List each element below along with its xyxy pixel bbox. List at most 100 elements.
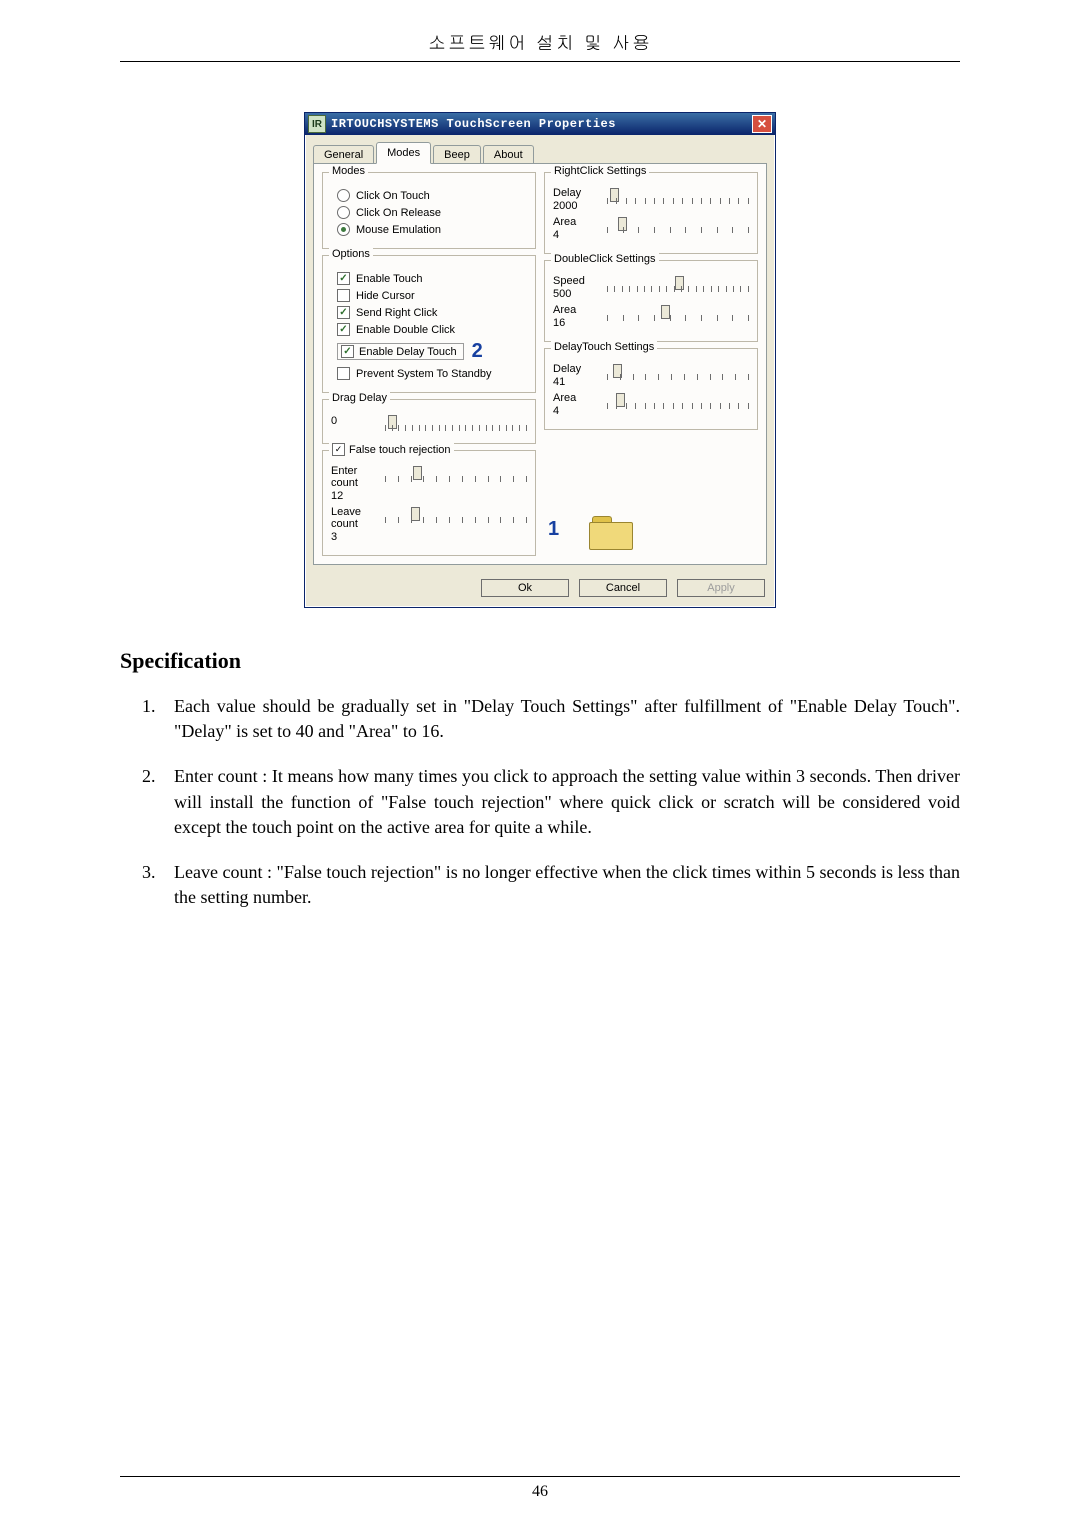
- option-label: Hide Cursor: [356, 290, 415, 302]
- delaytouch-delay-label: Delay: [553, 363, 599, 375]
- window-title: IRTOUCHSYSTEMS TouchScreen Properties: [331, 117, 752, 131]
- slider-track[interactable]: [607, 278, 749, 292]
- app-icon: IR: [308, 115, 326, 133]
- drag-delay-value: 0: [331, 415, 377, 427]
- doubleclick-speed-value: 500: [553, 288, 599, 300]
- option-label: Enable Delay Touch: [359, 346, 457, 358]
- dialog-button-row: Ok Cancel Apply: [305, 573, 775, 607]
- rightclick-delay-label: Delay: [553, 187, 599, 199]
- delaytouch-area-value: 4: [553, 405, 599, 417]
- doubleclick-speed-label: Speed: [553, 275, 599, 287]
- rightclick-delay-value: 2000: [553, 200, 599, 212]
- mode-click-on-release[interactable]: Click On Release: [337, 206, 527, 219]
- option-label: Enable Touch: [356, 273, 422, 285]
- tab-panel-modes: Modes Click On Touch Click On Release Mo…: [313, 163, 767, 565]
- folder-icon[interactable]: [589, 516, 633, 550]
- rightclick-group: RightClick Settings Delay 2000: [544, 172, 758, 254]
- false-touch-legend-text: False touch rejection: [349, 444, 451, 456]
- slider-track[interactable]: [385, 509, 527, 523]
- rightclick-area-slider[interactable]: Area 4: [553, 216, 749, 241]
- modes-group: Modes Click On Touch Click On Release Mo…: [322, 172, 536, 249]
- delaytouch-group: DelayTouch Settings Delay 41: [544, 348, 758, 430]
- false-touch-legend[interactable]: ✓ False touch rejection: [329, 443, 454, 456]
- radio-icon: [337, 189, 350, 202]
- rightclick-area-value: 4: [553, 229, 599, 241]
- title-bar: IR IRTOUCHSYSTEMS TouchScreen Properties…: [305, 113, 775, 135]
- annotation-2: 2: [472, 340, 483, 363]
- tab-modes[interactable]: Modes: [376, 142, 431, 164]
- checkbox-icon: ✓: [332, 443, 345, 456]
- radio-icon: [337, 206, 350, 219]
- checkbox-icon: [337, 289, 350, 302]
- option-label: Prevent System To Standby: [356, 368, 492, 380]
- checkbox-icon: ✓: [337, 323, 350, 336]
- spec-item-1: Each value should be gradually set in "D…: [160, 694, 960, 744]
- page-header: 소프트웨어 설치 및 사용: [120, 30, 960, 62]
- doubleclick-area-value: 16: [553, 317, 599, 329]
- tab-strip: General Modes Beep About: [305, 135, 775, 163]
- option-enable-double-click[interactable]: ✓ Enable Double Click: [337, 323, 527, 336]
- spec-list: Each value should be gradually set in "D…: [120, 694, 960, 910]
- tab-general[interactable]: General: [313, 145, 374, 164]
- drag-delay-legend: Drag Delay: [329, 392, 390, 404]
- window-close-button[interactable]: ✕: [752, 115, 772, 133]
- slider-track[interactable]: [607, 395, 749, 409]
- radio-icon: [337, 223, 350, 236]
- radio-label: Click On Release: [356, 207, 441, 219]
- delaytouch-delay-slider[interactable]: Delay 41: [553, 363, 749, 388]
- tab-about[interactable]: About: [483, 145, 534, 164]
- annotation-1: 1: [548, 518, 559, 541]
- delaytouch-delay-value: 41: [553, 376, 599, 388]
- leave-count-label: Leave count: [331, 506, 377, 530]
- doubleclick-legend: DoubleClick Settings: [551, 253, 659, 265]
- drag-delay-group: Drag Delay 0: [322, 399, 536, 444]
- radio-label: Click On Touch: [356, 190, 430, 202]
- option-hide-cursor[interactable]: Hide Cursor: [337, 289, 527, 302]
- spec-heading: Specification: [120, 648, 960, 674]
- leave-count-value: 3: [331, 531, 377, 543]
- options-group: Options ✓ Enable Touch Hide Cursor ✓ Sen…: [322, 255, 536, 393]
- slider-track[interactable]: [607, 219, 749, 233]
- option-enable-touch[interactable]: ✓ Enable Touch: [337, 272, 527, 285]
- enter-count-label: Enter count: [331, 465, 377, 489]
- spec-item-2: Enter count : It means how many times yo…: [160, 764, 960, 840]
- delaytouch-area-label: Area: [553, 392, 599, 404]
- rightclick-legend: RightClick Settings: [551, 165, 649, 177]
- slider-track[interactable]: [607, 190, 749, 204]
- delaytouch-legend: DelayTouch Settings: [551, 341, 657, 353]
- apply-button[interactable]: Apply: [677, 579, 765, 597]
- checkbox-icon: ✓: [337, 306, 350, 319]
- options-legend: Options: [329, 248, 373, 260]
- option-enable-delay-touch[interactable]: ✓ Enable Delay Touch 2: [337, 340, 527, 363]
- doubleclick-speed-slider[interactable]: Speed 500: [553, 275, 749, 300]
- doubleclick-group: DoubleClick Settings Speed 500: [544, 260, 758, 342]
- delaytouch-area-slider[interactable]: Area 4: [553, 392, 749, 417]
- checkbox-icon: [337, 367, 350, 380]
- enter-count-value: 12: [331, 490, 377, 502]
- radio-label: Mouse Emulation: [356, 224, 441, 236]
- page-number: 46: [120, 1476, 960, 1501]
- enter-count-slider[interactable]: Enter count 12: [331, 465, 527, 502]
- option-label: Enable Double Click: [356, 324, 455, 336]
- slider-track[interactable]: [385, 417, 527, 431]
- cancel-button[interactable]: Cancel: [579, 579, 667, 597]
- left-column: Modes Click On Touch Click On Release Mo…: [322, 172, 536, 556]
- checkbox-icon: ✓: [337, 272, 350, 285]
- leave-count-slider[interactable]: Leave count 3: [331, 506, 527, 543]
- slider-track[interactable]: [385, 468, 527, 482]
- right-column: RightClick Settings Delay 2000: [544, 172, 758, 556]
- doubleclick-area-slider[interactable]: Area 16: [553, 304, 749, 329]
- option-prevent-standby[interactable]: Prevent System To Standby: [337, 367, 527, 380]
- screenshot-container: IR IRTOUCHSYSTEMS TouchScreen Properties…: [120, 112, 960, 608]
- rightclick-delay-slider[interactable]: Delay 2000: [553, 187, 749, 212]
- tab-beep[interactable]: Beep: [433, 145, 481, 164]
- option-label: Send Right Click: [356, 307, 437, 319]
- slider-track[interactable]: [607, 366, 749, 380]
- ok-button[interactable]: Ok: [481, 579, 569, 597]
- mode-click-on-touch[interactable]: Click On Touch: [337, 189, 527, 202]
- slider-track[interactable]: [607, 307, 749, 321]
- drag-delay-slider[interactable]: 0: [331, 414, 527, 431]
- mode-mouse-emulation[interactable]: Mouse Emulation: [337, 223, 527, 236]
- properties-dialog: IR IRTOUCHSYSTEMS TouchScreen Properties…: [304, 112, 776, 608]
- option-send-right-click[interactable]: ✓ Send Right Click: [337, 306, 527, 319]
